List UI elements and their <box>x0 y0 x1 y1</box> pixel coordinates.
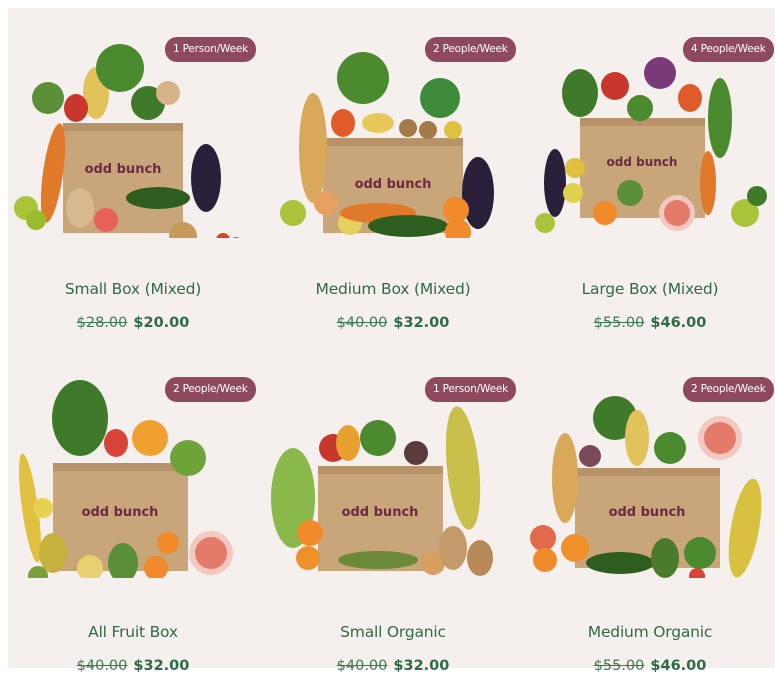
sale-price: $32.00 <box>393 658 450 674</box>
product-title[interactable]: Small Organic <box>268 623 518 641</box>
sale-price: $46.00 <box>650 315 707 331</box>
original-price: $40.00 <box>76 658 128 674</box>
serving-badge: 1 Person/Week <box>425 377 517 402</box>
price-row: $40.00 $32.00 <box>8 658 258 674</box>
sale-price: $32.00 <box>393 315 450 331</box>
price-row: $55.00 $46.00 <box>525 315 775 331</box>
original-price: $40.00 <box>336 658 388 674</box>
price-row: $28.00 $20.00 <box>8 315 258 331</box>
product-grid: odd bunch 1 Person/Week Small Box (Mixed… <box>8 8 775 674</box>
product-title[interactable]: Large Box (Mixed) <box>525 280 775 298</box>
product-grid-page: odd bunch 1 Person/Week Small Box (Mixed… <box>8 8 775 674</box>
product-title[interactable]: Medium Box (Mixed) <box>268 280 518 298</box>
product-title[interactable]: Small Box (Mixed) <box>8 280 258 298</box>
sale-price: $32.00 <box>133 658 190 674</box>
brand-logo: odd bunch <box>85 162 162 177</box>
product-title[interactable]: Medium Organic <box>525 623 775 641</box>
product-title[interactable]: All Fruit Box <box>8 623 258 641</box>
brand-logo: odd bunch <box>342 505 419 520</box>
original-price: $55.00 <box>593 658 645 674</box>
brand-logo: odd bunch <box>82 505 159 520</box>
price-row: $55.00 $46.00 <box>525 658 775 674</box>
brand-logo: odd bunch <box>355 177 432 192</box>
sale-price: $20.00 <box>133 315 190 331</box>
original-price: $40.00 <box>336 315 388 331</box>
price-row: $40.00 $32.00 <box>268 315 518 331</box>
serving-badge: 2 People/Week <box>425 37 516 62</box>
price-row: $40.00 $32.00 <box>268 658 518 674</box>
original-price: $28.00 <box>76 315 128 331</box>
serving-badge: 2 People/Week <box>165 377 256 402</box>
brand-logo: odd bunch <box>609 505 686 520</box>
brand-logo: odd bunch <box>607 155 678 169</box>
serving-badge: 2 People/Week <box>683 377 774 402</box>
serving-badge: 4 People/Week <box>683 37 774 62</box>
serving-badge: 1 Person/Week <box>165 37 257 62</box>
sale-price: $46.00 <box>650 658 707 674</box>
original-price: $55.00 <box>593 315 645 331</box>
